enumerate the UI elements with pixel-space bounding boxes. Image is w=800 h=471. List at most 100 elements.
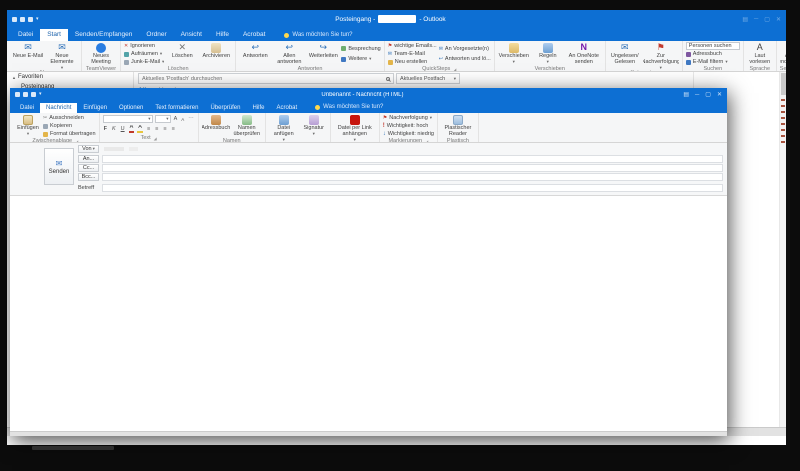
tab-optionen[interactable]: Optionen [113,103,149,113]
tab-text-formatieren[interactable]: Text formatieren [149,103,204,113]
italic-button[interactable]: K [111,126,117,132]
minimize-icon[interactable]: ─ [695,92,699,98]
to-button[interactable]: An... [78,155,99,163]
bold-button[interactable]: F [103,126,108,132]
move-button[interactable]: Verschieben▾ [498,42,530,66]
undo-icon[interactable] [23,92,28,97]
tell-me-search[interactable]: Was möchten Sie tun? [315,104,383,113]
cc-button[interactable]: Cc... [78,164,99,172]
scrollbar-thumb[interactable] [781,73,786,95]
underline-button[interactable]: U [120,126,126,132]
tab-einfuegen[interactable]: Einfügen [77,103,113,113]
address-book-button[interactable]: Adressbuch [202,114,230,138]
address-book-button[interactable]: Adressbuch [686,50,740,58]
ribbon-display-icon[interactable]: ▤ [742,16,748,23]
send-button[interactable]: ✉Senden [44,148,74,185]
tab-acrobat[interactable]: Acrobat [270,103,303,113]
undo-icon[interactable] [20,17,25,22]
copy-button[interactable]: Kopieren [43,122,96,130]
cleanup-button[interactable]: Aufräumen▾ [124,50,164,58]
reply-all-button[interactable]: ↩Allen antworten [273,42,305,66]
close-icon[interactable]: ✕ [717,91,722,98]
shrink-font-button[interactable]: A [180,117,185,122]
rules-button[interactable]: Regeln▾ [532,42,564,66]
filter-email-button[interactable]: E-Mail filtern▾ [686,58,740,66]
redo-icon[interactable] [31,92,36,97]
new-meeting-button[interactable]: Neues Meeting [85,42,117,66]
highlight-button[interactable]: A [137,125,143,133]
search-scope-dropdown[interactable]: Aktuelles Postfach▾ [396,73,460,84]
attach-file-button[interactable]: Datei anfügen▾ [269,114,299,142]
immersive-reader-button[interactable]: Plastischer Reader [441,114,475,138]
quickstep-team-email[interactable]: ✉Team-E-Mail [388,50,437,58]
font-name-select[interactable]: ▾ [103,115,153,123]
follow-up-button[interactable]: ⚑Zur Nachverfolgung▾ [643,42,679,70]
tab-datei[interactable]: Datei [14,103,40,113]
tell-me-search[interactable]: Was möchten Sie tun? [284,32,352,41]
from-button[interactable]: Von▾ [78,145,99,153]
attach-via-link-button[interactable]: Datei per Link anhängen▾ [334,114,376,142]
high-importance-button[interactable]: !Wichtigkeit: hoch [383,122,434,130]
forward-button[interactable]: ↪Weiterleiten [307,42,339,66]
cut-button[interactable]: ✂Ausschneiden [43,114,96,122]
align-center-button[interactable]: ≡ [154,126,159,132]
mail-list-scrollbar[interactable] [779,72,786,436]
bullet-list-button[interactable]: ≡ [162,126,167,132]
tab-senden-empfangen[interactable]: Senden/Empfangen [68,29,139,41]
unread-read-button[interactable]: ✉Ungelesen/ Gelesen [609,42,641,70]
low-importance-button[interactable]: ↓Wichtigkeit: niedrig [383,130,434,138]
tab-nachricht[interactable]: Nachricht [40,103,77,113]
bcc-field[interactable] [102,173,723,181]
tab-hilfe[interactable]: Hilfe [209,29,236,41]
check-names-button[interactable]: Namen überprüfen [232,114,262,138]
quickstep-neu-erstellen[interactable]: Neu erstellen [388,58,437,66]
text-dialog-launcher[interactable]: ◢ [154,136,157,141]
archive-button[interactable]: Archivieren [200,42,232,66]
tab-hilfe[interactable]: Hilfe [246,103,270,113]
junk-button[interactable]: Junk-E-Mail▾ [124,58,164,66]
ribbon-display-icon[interactable]: ▤ [683,91,689,98]
tab-datei[interactable]: Datei [11,29,40,41]
to-field[interactable] [102,155,723,163]
numbered-list-button[interactable]: ≡ [171,126,176,132]
quickstep-wichtige-emails[interactable]: ⚑wichtige Emails... [388,42,437,50]
save-icon[interactable] [12,17,17,22]
subject-field[interactable] [102,184,723,192]
font-size-select[interactable]: ▾ [155,115,171,123]
tab-ordner[interactable]: Ordner [139,29,173,41]
tab-ueberpruefen[interactable]: Überprüfen [204,103,246,113]
quicksteps-dialog-launcher[interactable]: ◢ [453,67,456,72]
paste-button[interactable]: Einfügen▾ [15,114,41,138]
onenote-button[interactable]: NAn OneNote senden [566,42,602,66]
tab-ansicht[interactable]: Ansicht [174,29,209,41]
tab-acrobat[interactable]: Acrobat [236,29,272,41]
message-body[interactable] [10,195,727,431]
follow-up-button[interactable]: ⚑Nachverfolgung▾ [383,114,434,122]
bcc-button[interactable]: Bcc... [78,173,99,181]
grow-font-button[interactable]: A [173,116,179,122]
print-icon[interactable] [28,17,33,22]
mailbox-search-box[interactable] [138,73,394,84]
save-icon[interactable] [15,92,20,97]
more-respond-button[interactable]: Weitere▾ [341,55,380,63]
reply-button[interactable]: ↩Antworten [239,42,271,66]
clear-formatting-button[interactable]: ⋯ [187,116,195,122]
signature-button[interactable]: Signatur▾ [301,114,327,142]
favorites-header[interactable]: ▲Favoriten [12,74,133,80]
format-painter-button[interactable]: Format übertragen [43,130,96,138]
close-icon[interactable]: ✕ [776,16,781,23]
new-items-button[interactable]: ✉Neue Elemente▾ [46,42,78,70]
read-aloud-button[interactable]: ALaut vorlesen [747,42,773,66]
quickstep-antworten-loeschen[interactable]: ↩Antworten und lö... [439,55,491,63]
meeting-button[interactable]: Besprechung [341,45,380,53]
ignore-button[interactable]: ✕Ignorieren [124,42,164,50]
font-color-button[interactable]: A [129,125,135,133]
send-receive-all-button[interactable]: ⇄Alle Ordner senden/empfangen [780,42,786,66]
find-people-input[interactable]: Personen suchen [686,42,740,50]
tab-start[interactable]: Start [40,29,68,41]
align-left-button[interactable]: ≡ [146,126,151,132]
cc-field[interactable] [102,164,723,172]
delete-button[interactable]: ✕Löschen [166,42,198,66]
minimize-icon[interactable]: ─ [754,16,758,22]
maximize-icon[interactable]: ▢ [705,91,711,98]
